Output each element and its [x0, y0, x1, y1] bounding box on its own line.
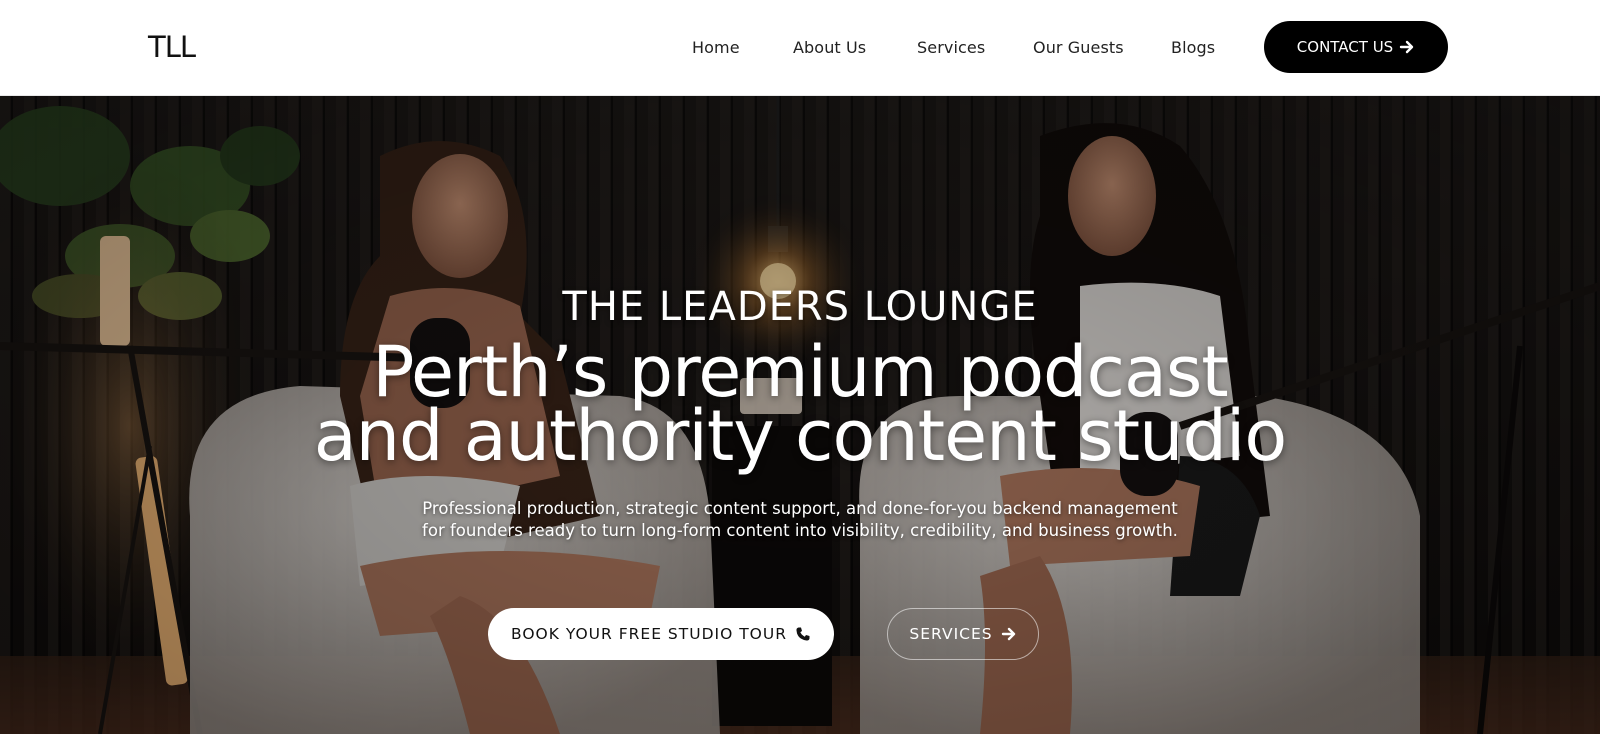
book-studio-tour-button[interactable]: BOOK YOUR FREE STUDIO TOUR — [488, 608, 834, 660]
services-button-label: SERVICES — [909, 625, 993, 643]
arrow-right-icon — [1400, 40, 1414, 54]
site-header: TLL Home About Us Services Our Guests Bl… — [0, 0, 1600, 96]
phone-icon — [796, 627, 810, 641]
nav-about-us[interactable]: About Us — [793, 38, 866, 57]
nav-services[interactable]: Services — [917, 38, 985, 57]
book-studio-tour-label: BOOK YOUR FREE STUDIO TOUR — [511, 625, 787, 643]
contact-us-button[interactable]: CONTACT US — [1264, 21, 1448, 73]
hero-section: THE LEADERS LOUNGE Perth’s premium podca… — [0, 96, 1600, 734]
hero-eyebrow: THE LEADERS LOUNGE — [562, 284, 1038, 330]
nav-blogs[interactable]: Blogs — [1171, 38, 1215, 57]
hero-headline-line-2: and authority content studio — [313, 395, 1287, 477]
nav-home[interactable]: Home — [692, 38, 740, 57]
contact-us-label: CONTACT US — [1296, 38, 1394, 56]
nav-our-guests[interactable]: Our Guests — [1033, 38, 1124, 57]
arrow-right-icon — [1001, 627, 1015, 641]
services-button[interactable]: SERVICES — [887, 608, 1039, 660]
hero-headline: Perth’s premium podcast and authority co… — [0, 337, 1600, 477]
hero-subtitle: Professional production, strategic conte… — [422, 499, 1178, 540]
